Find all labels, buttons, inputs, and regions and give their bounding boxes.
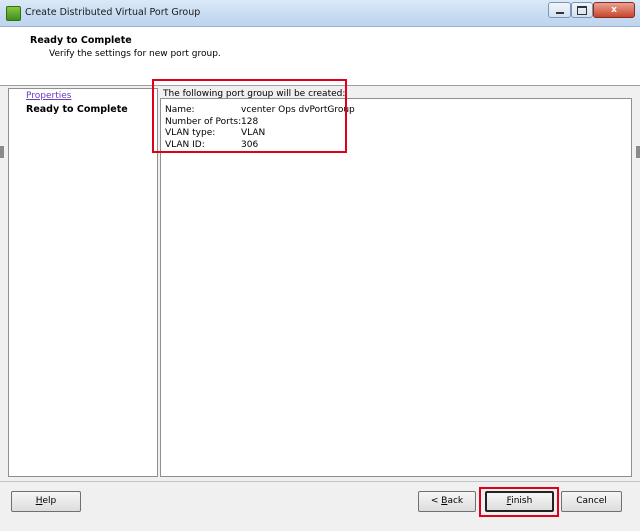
window-title: Create Distributed Virtual Port Group <box>25 7 201 18</box>
summary-panel: Name: vcenter Ops dvPortGroup Number of … <box>160 98 632 477</box>
left-edge-grip <box>0 146 4 158</box>
help-mnemonic: H <box>35 496 43 506</box>
maximize-icon <box>577 6 587 15</box>
summary-highlight-box <box>152 79 347 153</box>
cancel-button[interactable]: Cancel <box>561 491 622 512</box>
back-button[interactable]: < Back <box>418 491 476 512</box>
help-label: elp <box>42 496 57 506</box>
minimize-icon <box>555 12 564 14</box>
minimize-button[interactable] <box>548 2 571 18</box>
step-properties-link[interactable]: Properties <box>26 91 71 101</box>
help-button[interactable]: Help <box>11 491 81 512</box>
app-icon <box>6 6 21 21</box>
close-button[interactable]: x <box>593 2 635 18</box>
maximize-button[interactable] <box>571 2 593 18</box>
close-icon: x <box>611 5 617 15</box>
wizard-steps: Properties Ready to Complete <box>8 88 158 477</box>
finish-highlight-box <box>479 487 559 517</box>
step-ready-to-complete: Ready to Complete <box>26 104 128 115</box>
page-subtitle: Verify the settings for new port group. <box>49 49 221 59</box>
title-bar: Create Distributed Virtual Port Group x <box>0 0 640 27</box>
wizard-header: Ready to Complete Verify the settings fo… <box>0 27 640 85</box>
back-arrow: < <box>430 496 442 506</box>
right-edge-grip <box>636 146 640 158</box>
back-label: ack <box>447 496 464 506</box>
page-title: Ready to Complete <box>30 35 132 46</box>
